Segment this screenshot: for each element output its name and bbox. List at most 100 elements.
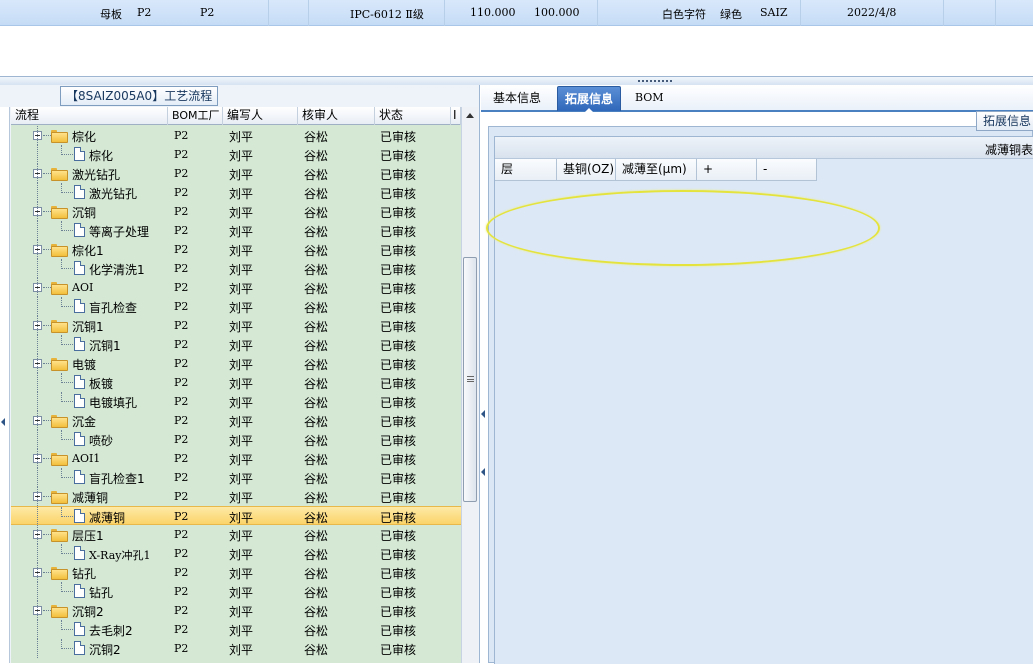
tree-group-row[interactable]: 钻孔 P2 刘平 谷松 已审核: [11, 563, 461, 582]
document-icon: [74, 470, 85, 484]
tree-leaf-row[interactable]: 减薄铜 P2 刘平 谷松 已审核: [11, 506, 461, 526]
tree-connector: [61, 648, 73, 649]
tree-leaf-row[interactable]: 盲孔检查1 P2 刘平 谷松 已审核: [11, 468, 461, 487]
tree-leaf-row[interactable]: 钻孔 P2 刘平 谷松 已审核: [11, 582, 461, 601]
collapse-left-icon[interactable]: [1, 418, 5, 426]
tree-connector: [37, 145, 38, 164]
vertical-scrollbar[interactable]: [461, 107, 478, 663]
process-flow-panel: 【8SAIZ005A0】工艺流程 流程 BOM工厂 编写人 核审人 状态 I 棕…: [0, 85, 480, 663]
column-header-bom-factory[interactable]: BOM工厂: [168, 107, 223, 125]
column-header-layer[interactable]: 层: [495, 159, 557, 181]
column-divider: [268, 0, 269, 26]
reviewer-cell: 谷松: [304, 358, 329, 372]
folder-icon: [51, 282, 68, 295]
tree-group-row[interactable]: 棕化1 P2 刘平 谷松 已审核: [11, 240, 461, 259]
reviewer-cell: 谷松: [304, 415, 329, 429]
reviewer-cell: 谷松: [304, 586, 329, 600]
status-cell: 已审核: [380, 548, 417, 562]
tree-group-row[interactable]: 电镀 P2 刘平 谷松 已审核: [11, 354, 461, 373]
status-cell: 已审核: [380, 377, 417, 391]
tree-leaf-row[interactable]: 喷砂 P2 刘平 谷松 已审核: [11, 430, 461, 449]
column-header-more[interactable]: I: [451, 107, 461, 125]
tree-connector: [37, 430, 38, 449]
tree-group-row[interactable]: 沉金 P2 刘平 谷松 已审核: [11, 411, 461, 430]
tree-group-row[interactable]: 沉铜2 P2 刘平 谷松 已审核: [11, 601, 461, 620]
status-cell: 已审核: [380, 244, 417, 258]
horizontal-splitter[interactable]: [0, 76, 1033, 85]
scroll-up-arrow-icon[interactable]: [466, 113, 474, 118]
writer-cell: 刘平: [229, 434, 254, 448]
tree-connector: [43, 363, 51, 364]
tree-leaf-row[interactable]: 沉铜2 P2 刘平 谷松 已审核: [11, 639, 461, 658]
tree-connector: [37, 544, 38, 563]
tab-extended-info[interactable]: 拓展信息: [557, 86, 622, 113]
remove-row-button[interactable]: -: [757, 159, 817, 181]
bom-factory-cell: P2: [174, 376, 189, 389]
column-header-reviewer[interactable]: 核审人: [298, 107, 375, 125]
reviewer-cell: 谷松: [304, 130, 329, 144]
tree-connector: [43, 135, 51, 136]
tree-leaf-row[interactable]: 盲孔检查 P2 刘平 谷松 已审核: [11, 297, 461, 316]
tree-connector: [61, 401, 73, 402]
column-divider: [597, 0, 598, 26]
status-cell: 已审核: [380, 263, 417, 277]
top-cell-bom: P2: [137, 6, 152, 19]
bom-factory-cell: P2: [174, 452, 189, 465]
collapse-left-icon[interactable]: [481, 468, 485, 476]
reviewer-cell: 谷松: [304, 453, 329, 467]
tree-group-row[interactable]: AOI P2 刘平 谷松 已审核: [11, 278, 461, 297]
tree-connector: [37, 525, 38, 544]
tree-connector: [37, 392, 38, 411]
tab-bom[interactable]: BOM: [628, 86, 671, 111]
writer-cell: 刘平: [229, 605, 254, 619]
tree-group-row[interactable]: 激光钻孔 P2 刘平 谷松 已审核: [11, 164, 461, 183]
tree-group-row[interactable]: 层压1 P2 刘平 谷松 已审核: [11, 525, 461, 544]
add-row-button[interactable]: +: [697, 159, 757, 181]
scrollbar-thumb[interactable]: [463, 257, 477, 502]
splitter-grip-icon[interactable]: [638, 80, 672, 83]
tree-connector: [61, 439, 73, 440]
tree-leaf-row[interactable]: X-Ray冲孔1 P2 刘平 谷松 已审核: [11, 544, 461, 563]
status-cell: 已审核: [380, 168, 417, 182]
process-name: 沉铜2: [72, 605, 104, 619]
tree-leaf-row[interactable]: 等离子处理 P2 刘平 谷松 已审核: [11, 221, 461, 240]
column-header-status[interactable]: 状态: [375, 107, 451, 125]
collapse-left-icon[interactable]: [481, 410, 485, 418]
column-header-writer[interactable]: 编写人: [223, 107, 298, 125]
top-cell-factory: P2: [200, 6, 215, 19]
tree-connector: [37, 221, 38, 240]
process-name: X-Ray冲孔1: [89, 549, 151, 562]
tree-leaf-row[interactable]: 棕化 P2 刘平 谷松 已审核: [11, 145, 461, 164]
tree-connector: [61, 306, 73, 307]
tree-group-row[interactable]: 沉铜 P2 刘平 谷松 已审核: [11, 202, 461, 221]
column-header-process[interactable]: 流程: [11, 107, 168, 125]
tree-leaf-row[interactable]: 沉铜1 P2 刘平 谷松 已审核: [11, 335, 461, 354]
tree-connector: [37, 335, 38, 354]
status-cell: 已审核: [380, 491, 417, 505]
tree-group-row[interactable]: AOI1 P2 刘平 谷松 已审核: [11, 449, 461, 468]
top-selected-row[interactable]: 母板 P2 P2 IPC-6012 Ⅱ级 110.000 100.000 白色字…: [0, 0, 1033, 26]
document-icon: [74, 641, 85, 655]
tree-leaf-row[interactable]: 化学清洗1 P2 刘平 谷松 已审核: [11, 259, 461, 278]
tree-connector: [37, 563, 38, 582]
bom-factory-cell: P2: [174, 623, 189, 636]
tree-group-row[interactable]: 沉铜1 P2 刘平 谷松 已审核: [11, 316, 461, 335]
tree-leaf-row[interactable]: 板镀 P2 刘平 谷松 已审核: [11, 373, 461, 392]
tree-leaf-row[interactable]: 去毛刺2 P2 刘平 谷松 已审核: [11, 620, 461, 639]
column-header-thin-to[interactable]: 减薄至(μm): [616, 159, 697, 181]
extended-info-button[interactable]: 拓展信息: [976, 111, 1033, 131]
tree-connector: [43, 325, 51, 326]
tab-strip: 基本信息 拓展信息 BOM: [481, 85, 1033, 113]
tab-basic-info[interactable]: 基本信息: [486, 86, 548, 111]
tree-connector: [61, 382, 73, 383]
writer-cell: 刘平: [229, 548, 254, 562]
tree-leaf-row[interactable]: 电镀填孔 P2 刘平 谷松 已审核: [11, 392, 461, 411]
tree-group-row[interactable]: 棕化 P2 刘平 谷松 已审核: [11, 126, 461, 145]
process-name: 减薄铜: [89, 511, 126, 525]
tree-group-row[interactable]: 减薄铜 P2 刘平 谷松 已审核: [11, 487, 461, 506]
tree-leaf-row[interactable]: 激光钻孔 P2 刘平 谷松 已审核: [11, 183, 461, 202]
document-icon: [74, 546, 85, 560]
writer-cell: 刘平: [229, 529, 254, 543]
column-header-base-copper[interactable]: 基铜(OZ): [557, 159, 616, 181]
top-cell-value: 100.000: [534, 6, 580, 19]
